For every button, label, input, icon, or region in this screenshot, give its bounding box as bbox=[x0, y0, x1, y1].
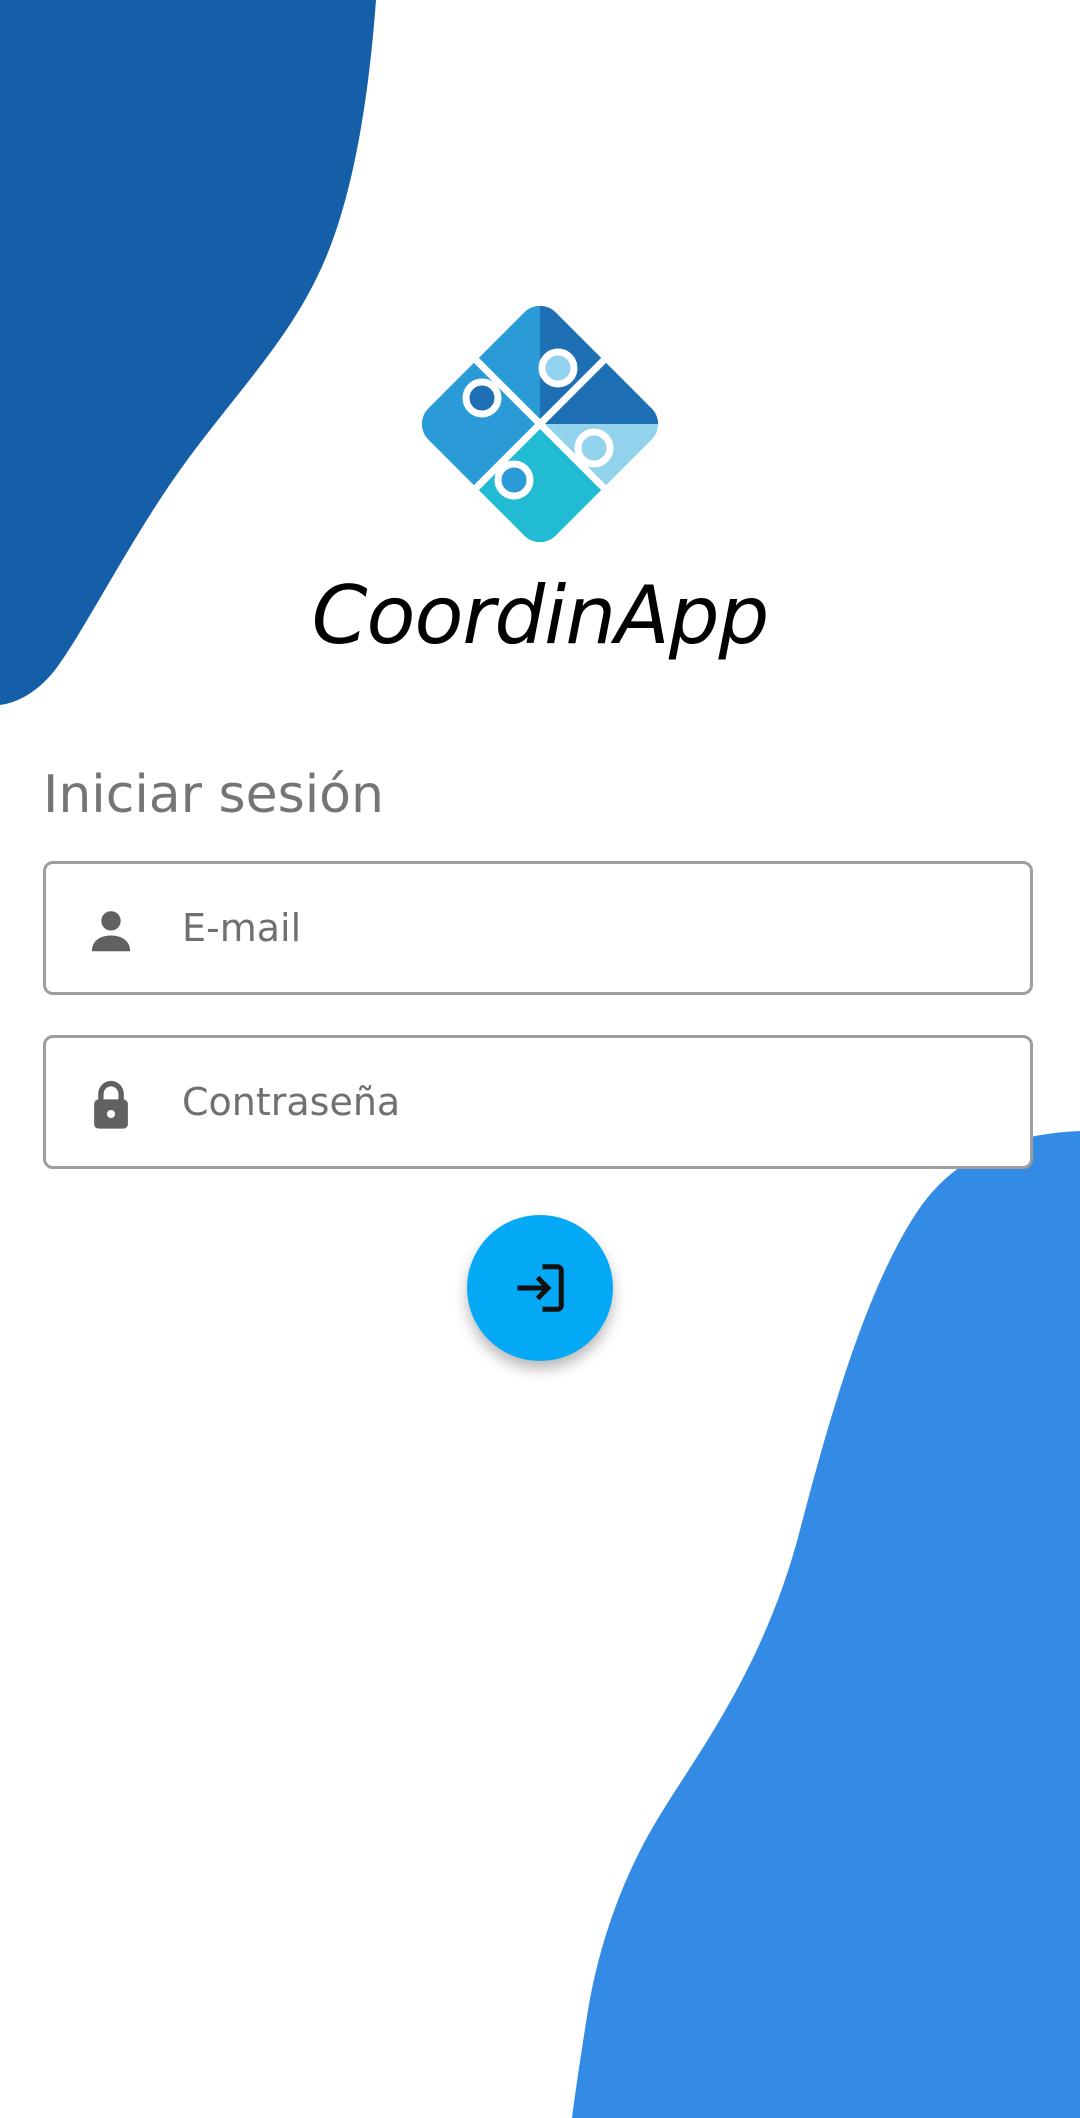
login-heading: Iniciar sesión bbox=[43, 765, 384, 825]
person-icon bbox=[91, 911, 131, 952]
bottom-right-blob bbox=[572, 1131, 1080, 2118]
email-field[interactable]: E-mail bbox=[43, 861, 1033, 995]
email-placeholder: E-mail bbox=[182, 906, 302, 950]
app-logo bbox=[412, 296, 668, 552]
login-button[interactable] bbox=[467, 1215, 613, 1361]
lock-icon bbox=[94, 1080, 128, 1129]
login-icon bbox=[517, 1264, 564, 1312]
password-placeholder: Contraseña bbox=[182, 1080, 401, 1124]
password-field[interactable]: Contraseña bbox=[43, 1035, 1033, 1169]
app-title: CoordinApp bbox=[311, 569, 770, 662]
